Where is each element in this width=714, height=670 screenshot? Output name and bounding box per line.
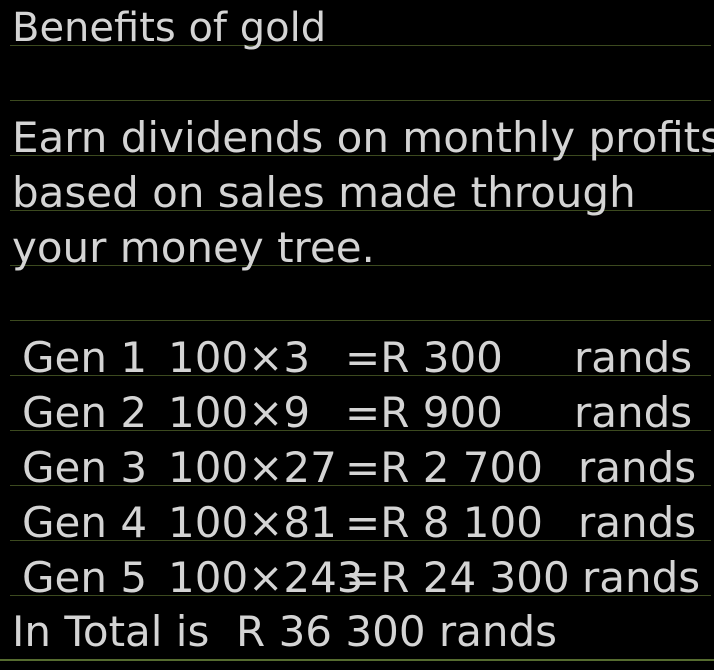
generation-row: Gen 4 100×81 =R 8 100 rands — [0, 502, 714, 557]
note-rule — [10, 100, 711, 101]
note-paragraph-line: Earn dividends on monthly profits — [12, 113, 714, 162]
generation-row: Gen 2 100×9 =R 900 rands — [0, 392, 714, 447]
generation-amount: =R 8 100 — [345, 498, 543, 547]
generation-row: Gen 5 100×243 =R 24 300 rands — [0, 557, 714, 612]
generation-unit: rands — [574, 388, 693, 437]
total-line: In Total is R 36 300 rands — [12, 607, 558, 656]
generation-amount: =R 900 — [345, 388, 503, 437]
generation-amount: =R 2 700 — [345, 443, 543, 492]
generation-unit: rands — [574, 333, 693, 382]
generation-calc: 100×3 — [168, 333, 311, 382]
generation-calc: 100×9 — [168, 388, 311, 437]
note-page[interactable]: Benefits of gold Earn dividends on month… — [0, 0, 714, 670]
note-paragraph-line: your money tree. — [12, 223, 375, 272]
generation-label: Gen 1 — [22, 333, 148, 382]
note-rule — [10, 320, 711, 321]
generation-calc: 100×81 — [168, 498, 337, 547]
generation-calc: 100×243 — [168, 553, 364, 602]
note-paragraph-line: based on sales made through — [12, 168, 636, 217]
generation-amount: =R 300 — [345, 333, 503, 382]
generation-amount: =R 24 300 — [345, 553, 570, 602]
generation-calc: 100×27 — [168, 443, 337, 492]
generation-unit: rands — [578, 443, 697, 492]
generation-unit: rands — [582, 553, 701, 602]
generation-label: Gen 3 — [22, 443, 148, 492]
generation-row: Gen 1 100×3 =R 300 rands — [0, 337, 714, 392]
note-bottom-rule — [0, 659, 714, 661]
generation-unit: rands — [578, 498, 697, 547]
generation-row: Gen 3 100×27 =R 2 700 rands — [0, 447, 714, 502]
generation-label: Gen 5 — [22, 553, 148, 602]
generation-label: Gen 4 — [22, 498, 148, 547]
note-title: Benefits of gold — [12, 5, 327, 51]
generation-label: Gen 2 — [22, 388, 148, 437]
